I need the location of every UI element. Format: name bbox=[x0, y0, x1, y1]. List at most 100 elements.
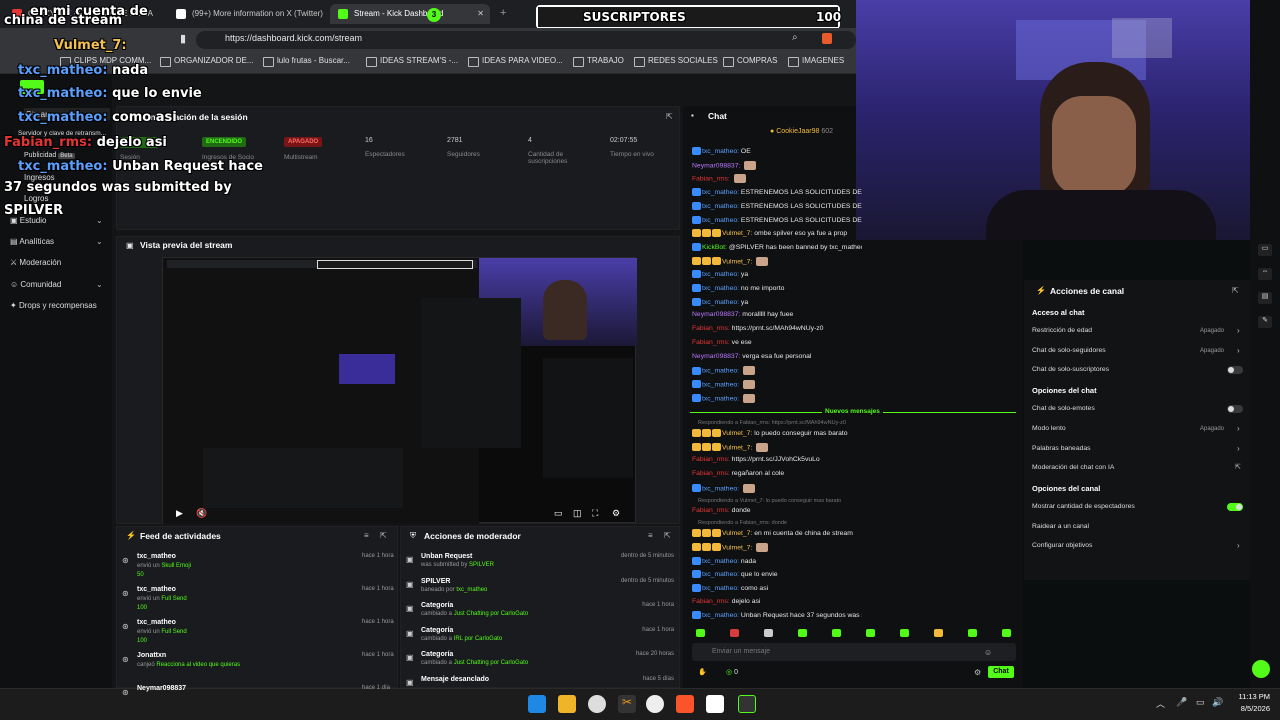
channel-action-row[interactable]: Mostrar cantidad de espectadores bbox=[1032, 503, 1135, 510]
chat-username[interactable]: Fabian_rms: bbox=[692, 339, 730, 346]
feed-user[interactable]: Neymar098837 bbox=[137, 685, 186, 692]
channel-action-row[interactable]: Palabras baneadas bbox=[1032, 445, 1091, 452]
feed-user[interactable]: txc_matheo bbox=[137, 586, 176, 593]
new-tab-icon[interactable]: + bbox=[500, 7, 506, 19]
sidebar-item-community[interactable]: ☺ Comunidad ⌄ bbox=[10, 280, 103, 289]
chat-message[interactable]: Fabian_rms: https://prnt.sc/MAh94wNUy-z0 bbox=[692, 325, 862, 332]
terminal-icon[interactable] bbox=[738, 695, 756, 713]
tray-chevron-icon[interactable]: ︿ bbox=[1156, 697, 1165, 710]
channel-action-row[interactable]: Raidear a un canal bbox=[1032, 523, 1089, 530]
top-gifter[interactable]: ● CookieJaar98 602 bbox=[770, 128, 833, 135]
pip-icon[interactable]: ▭ bbox=[554, 508, 563, 519]
chat-username[interactable]: txc_matheo: bbox=[702, 148, 739, 155]
chat-username[interactable]: txc_matheo: bbox=[702, 485, 739, 492]
clock-time[interactable]: 11:13 PM bbox=[1232, 692, 1270, 701]
channel-action-row[interactable]: Moderación del chat con IA bbox=[1032, 464, 1114, 471]
chat-message[interactable]: txc_matheo: OE bbox=[692, 147, 862, 155]
chat-message[interactable]: KickBot: @SPILVER has been banned by txc… bbox=[692, 242, 862, 251]
send-chat-button[interactable]: Chat bbox=[988, 666, 1014, 678]
points-display[interactable]: ◎ 0 bbox=[726, 668, 738, 676]
chat-username[interactable]: txc_matheo: bbox=[702, 203, 739, 210]
panel-icon[interactable]: ▤ bbox=[1258, 292, 1272, 304]
chat-username[interactable]: Neymar098837: bbox=[692, 162, 740, 169]
popout-icon[interactable]: ⇱ bbox=[380, 531, 387, 540]
popout-icon[interactable]: ⇱ bbox=[664, 531, 671, 540]
chat-message[interactable]: txc_matheo: ESTRENEMOS LAS SOLICITUDES D… bbox=[692, 215, 862, 224]
channel-action-row[interactable]: Configurar objetivos bbox=[1032, 542, 1092, 549]
chat-message[interactable]: Fabian_rms: https://prnt.sc/JJVohCk5vuLo bbox=[692, 456, 862, 463]
feed-user[interactable]: Jonattxn bbox=[137, 652, 166, 659]
chat-username[interactable]: txc_matheo: bbox=[702, 571, 739, 578]
bookmark-8[interactable]: COMPRAS bbox=[723, 56, 777, 67]
chat-username[interactable]: txc_matheo: bbox=[702, 285, 739, 292]
toggle-switch[interactable] bbox=[1227, 502, 1243, 511]
chat-username[interactable]: txc_matheo: bbox=[702, 367, 739, 374]
sidebar-item-achievements[interactable]: Logros bbox=[24, 194, 48, 203]
chat-message[interactable]: Fabian_rms: regañaron al cole bbox=[692, 470, 862, 477]
help-icon[interactable] bbox=[1252, 660, 1270, 678]
toggle-switch[interactable] bbox=[1227, 366, 1243, 375]
chat-message[interactable]: txc_matheo: ya bbox=[692, 297, 862, 306]
feed-user[interactable]: txc_matheo bbox=[137, 619, 176, 626]
chat-username[interactable]: Vulmet_7: bbox=[722, 530, 752, 537]
chat-message[interactable]: Fabian_rms: dejelo asi bbox=[692, 598, 862, 605]
play-icon[interactable]: ▶ bbox=[176, 508, 183, 519]
stream-preview-video[interactable] bbox=[162, 257, 637, 524]
chevron-right-icon[interactable]: › bbox=[1237, 326, 1240, 335]
chat-username[interactable]: Vulmet_7: bbox=[722, 430, 752, 437]
mic-icon[interactable]: 🎤 bbox=[1176, 697, 1187, 708]
tools-icon[interactable]: ✎ bbox=[1258, 316, 1272, 328]
bookmark-star-icon[interactable]: ▮ bbox=[180, 32, 186, 45]
chat-username[interactable]: txc_matheo: bbox=[702, 298, 739, 305]
chat-username[interactable]: txc_matheo: bbox=[702, 189, 739, 196]
bookmark-7[interactable]: REDES SOCIALES bbox=[634, 56, 718, 67]
popout-icon[interactable]: ⇱ bbox=[1232, 286, 1239, 295]
obs-icon[interactable] bbox=[588, 695, 606, 713]
notes-icon[interactable] bbox=[706, 695, 724, 713]
sidebar-item-moderation[interactable]: ⚔ Moderación bbox=[10, 258, 61, 267]
chat-message[interactable]: txc_matheo: no me importo bbox=[692, 284, 862, 292]
chat-toggle-icon[interactable]: ▭ bbox=[1258, 244, 1272, 256]
chat-message[interactable]: Vulmet_7: ombe spilver eso ya fue a prop bbox=[692, 229, 862, 238]
app-icon[interactable]: ✂ bbox=[618, 695, 636, 713]
chat-username[interactable]: txc_matheo: bbox=[702, 612, 739, 619]
chat-username[interactable]: txc_matheo: bbox=[702, 216, 739, 223]
brave-shield-icon[interactable] bbox=[822, 33, 832, 44]
brave-icon[interactable] bbox=[676, 695, 694, 713]
fullscreen-icon[interactable]: ⛶ bbox=[592, 508, 598, 519]
toggle-switch[interactable] bbox=[1227, 405, 1243, 414]
chat-username[interactable]: Fabian_rms: bbox=[692, 176, 730, 183]
sidebar-item-drops[interactable]: ✦ Drops y recompensas bbox=[10, 301, 97, 310]
pointer-icon[interactable]: ✋ bbox=[698, 668, 707, 676]
chat-message[interactable]: txc_matheo: bbox=[692, 366, 862, 376]
chat-message[interactable]: Vulmet_7: lo puedo conseguir mas barato bbox=[692, 429, 862, 437]
sidebar-item-analytics[interactable]: ▤ Analíticas ⌄ bbox=[10, 237, 103, 246]
chat-message[interactable]: Fabian_rms: donde bbox=[692, 507, 862, 514]
chat-username[interactable]: KickBot: bbox=[702, 244, 727, 251]
filter-icon[interactable]: ≡ bbox=[364, 531, 369, 540]
filter-icon[interactable]: ≡ bbox=[648, 531, 653, 540]
chat-username[interactable]: Vulmet_7: bbox=[722, 444, 752, 451]
chevron-right-icon[interactable]: › bbox=[1237, 541, 1240, 550]
network-icon[interactable]: ▭ bbox=[1196, 697, 1205, 708]
settings-icon[interactable]: ⚙ bbox=[612, 508, 620, 519]
chevron-right-icon[interactable]: › bbox=[1237, 346, 1240, 355]
chat-message[interactable]: txc_matheo: Unban Request hace 37 segund… bbox=[692, 611, 862, 620]
close-tab-icon[interactable]: ✕ bbox=[477, 4, 484, 24]
chat-message[interactable]: txc_matheo: bbox=[692, 483, 862, 493]
chat-message[interactable]: txc_matheo: ESTRENEMOS LAS SOLICITUDES D… bbox=[692, 188, 862, 197]
tab-kick-dashboard[interactable]: Stream - Kick Dashboard ✕ bbox=[330, 4, 490, 24]
mute-icon[interactable]: 🔇 bbox=[196, 508, 207, 519]
volume-icon[interactable]: 🔊 bbox=[1212, 697, 1223, 708]
bookmark-2[interactable]: ORGANIZADOR DE... bbox=[160, 56, 254, 67]
chat-message[interactable]: Fabian_rms: bbox=[692, 174, 862, 184]
clip-icon[interactable]: ◫ bbox=[573, 508, 582, 519]
channel-action-row[interactable]: Chat de solo-emotes bbox=[1032, 405, 1095, 412]
chat-message[interactable]: Neymar098837: verga esa fue personal bbox=[692, 353, 862, 360]
sidebar-item-ads[interactable]: Publicidad Beta bbox=[24, 152, 75, 159]
tab-x[interactable]: (99+) More information on X (Twitter) bbox=[168, 4, 326, 24]
chat-message[interactable]: Vulmet_7: bbox=[692, 256, 862, 266]
chat-username[interactable]: Neymar098837: bbox=[692, 311, 740, 318]
bookmark-6[interactable]: TRABAJO bbox=[573, 56, 624, 67]
file-explorer-icon[interactable] bbox=[558, 695, 576, 713]
